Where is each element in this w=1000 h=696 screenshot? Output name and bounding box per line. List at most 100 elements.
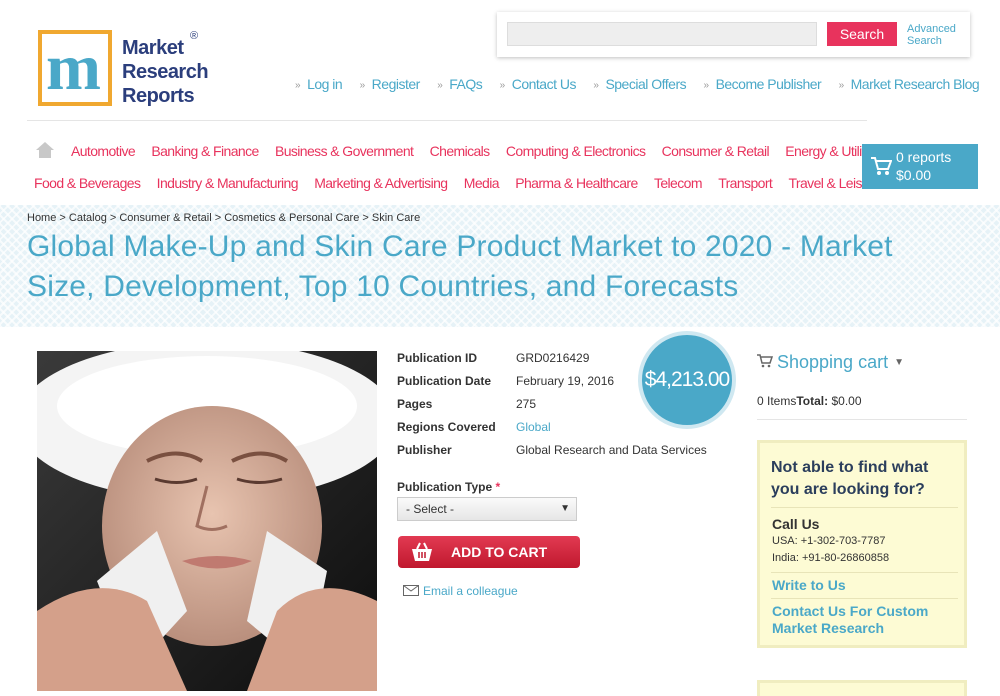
add-to-cart-button[interactable]: ADD TO CART xyxy=(398,536,580,568)
advanced-search-line-2: Search xyxy=(907,35,942,47)
search-bar: Search Advanced Search xyxy=(497,12,970,57)
search-input[interactable] xyxy=(507,22,817,46)
product-image xyxy=(37,351,377,691)
cart-icon xyxy=(757,354,773,368)
call-india: India: +91-80-26860858 xyxy=(772,552,890,564)
custom-research-link[interactable]: Contact Us For Custom Market Research xyxy=(772,603,962,637)
nav-register[interactable]: Register xyxy=(360,76,421,92)
cart-total-value: $0.00 xyxy=(831,394,862,408)
call-us-title: Call Us xyxy=(772,516,820,532)
publisher-label: Publisher xyxy=(397,443,452,457)
sidebar-box-partial xyxy=(757,680,967,696)
breadcrumb-sep: > xyxy=(359,212,372,224)
header-cart-text: 0 reports $0.00 xyxy=(896,148,951,184)
breadcrumb-sep: > xyxy=(56,212,69,224)
nav-faqs[interactable]: FAQs xyxy=(437,76,483,92)
category-transport[interactable]: Transport xyxy=(718,175,773,191)
breadcrumb-cosmetics[interactable]: Cosmetics & Personal Care xyxy=(224,212,359,224)
header-cart-total: $0.00 xyxy=(896,167,932,183)
nav-blog[interactable]: Market Research Blog xyxy=(839,76,980,92)
publication-id-value: GRD0216429 xyxy=(516,351,590,365)
shopping-cart-summary: 0 ItemsTotal: $0.00 xyxy=(757,394,862,408)
header-cart[interactable]: 0 reports $0.00 xyxy=(862,144,978,189)
nav-login[interactable]: Log in xyxy=(295,76,343,92)
price-badge: $4,213.00 xyxy=(638,331,736,429)
help-box: Not able to find what you are looking fo… xyxy=(757,440,967,648)
breadcrumb-home[interactable]: Home xyxy=(27,212,56,224)
category-banking-finance[interactable]: Banking & Finance xyxy=(151,143,259,159)
cart-total-label: Total: xyxy=(796,394,829,408)
mail-icon xyxy=(403,585,419,596)
category-row-1: Automotive Banking & Finance Business & … xyxy=(71,143,894,159)
publication-type-select[interactable]: - Select - ▼ xyxy=(397,497,577,521)
category-food-beverages[interactable]: Food & Beverages xyxy=(34,175,141,191)
breadcrumb: Home > Catalog > Consumer & Retail > Cos… xyxy=(27,212,420,224)
publication-date-value: February 19, 2016 xyxy=(516,374,615,388)
category-chemicals[interactable]: Chemicals xyxy=(430,143,491,159)
nav-contact-us[interactable]: Contact Us xyxy=(500,76,577,92)
product-photo xyxy=(37,351,377,691)
nav-become-publisher[interactable]: Become Publisher xyxy=(704,76,822,92)
logo-letter: m xyxy=(46,31,101,104)
publication-type-text: Publication Type xyxy=(397,480,493,494)
caret-down-icon: ▼ xyxy=(894,357,904,368)
category-telecom[interactable]: Telecom xyxy=(654,175,703,191)
breadcrumb-current: Skin Care xyxy=(371,212,421,224)
nav-special-offers[interactable]: Special Offers xyxy=(593,76,686,92)
category-automotive[interactable]: Automotive xyxy=(71,143,136,159)
advanced-search-line-1: Advanced xyxy=(907,23,956,35)
call-usa: USA: +1-302-703-7787 xyxy=(772,535,886,547)
publication-date-label: Publication Date xyxy=(397,374,492,388)
search-button[interactable]: Search xyxy=(827,22,897,46)
category-business-government[interactable]: Business & Government xyxy=(275,143,414,159)
page-title: Global Make-Up and Skin Care Product Mar… xyxy=(27,230,893,303)
logo-wordmark: Market Research Reports xyxy=(122,36,209,108)
header-cart-count: 0 reports xyxy=(896,149,952,165)
advanced-search-link[interactable]: Advanced Search xyxy=(907,23,956,47)
breadcrumb-sep: > xyxy=(211,212,225,224)
publication-type-selected: - Select - xyxy=(406,502,455,516)
logo-line-2: Research xyxy=(122,61,209,83)
category-pharma-healthcare[interactable]: Pharma & Healthcare xyxy=(515,175,638,191)
header-divider xyxy=(27,120,867,121)
category-industry-manufacturing[interactable]: Industry & Manufacturing xyxy=(157,175,299,191)
category-consumer-retail[interactable]: Consumer & Retail xyxy=(662,143,770,159)
registered-mark: ® xyxy=(190,30,199,42)
cart-items-count: 0 Items xyxy=(757,394,797,408)
shopping-cart-title: Shopping cart xyxy=(777,352,889,372)
category-media[interactable]: Media xyxy=(464,175,500,191)
help-title: Not able to find what you are looking fo… xyxy=(771,459,929,498)
regions-link[interactable]: Global xyxy=(516,420,551,434)
logo-line-3: Reports xyxy=(122,85,195,107)
cart-icon xyxy=(871,157,892,175)
add-to-cart-label: ADD TO CART xyxy=(451,544,548,560)
top-nav: Log in Register FAQs Contact Us Special … xyxy=(295,76,993,92)
detail-row-publisher: Publisher Global Research and Data Servi… xyxy=(397,443,727,466)
help-divider xyxy=(771,598,958,599)
help-divider xyxy=(771,572,958,573)
publication-id-label: Publication ID xyxy=(397,351,478,365)
cart-divider xyxy=(757,419,967,420)
site-logo[interactable]: m Market Research Reports ® xyxy=(38,30,218,108)
breadcrumb-consumer-retail[interactable]: Consumer & Retail xyxy=(119,212,211,224)
help-divider xyxy=(771,507,958,508)
pages-value: 275 xyxy=(516,397,537,411)
email-colleague-text: Email a colleague xyxy=(423,584,518,598)
pages-label: Pages xyxy=(397,397,433,411)
write-to-us-link[interactable]: Write to Us xyxy=(772,577,962,594)
basket-icon xyxy=(412,542,432,561)
home-icon[interactable] xyxy=(36,142,54,158)
dropdown-arrow-icon: ▼ xyxy=(560,503,570,514)
logo-mark: m xyxy=(38,30,112,106)
category-marketing-advertising[interactable]: Marketing & Advertising xyxy=(314,175,448,191)
breadcrumb-sep: > xyxy=(106,212,120,224)
publication-type-label: Publication Type * xyxy=(397,480,500,494)
regions-label: Regions Covered xyxy=(397,420,496,434)
category-row-2: Food & Beverages Industry & Manufacturin… xyxy=(34,175,893,191)
shopping-cart-toggle[interactable]: Shopping cart ▼ xyxy=(757,352,904,373)
category-computing-electronics[interactable]: Computing & Electronics xyxy=(506,143,646,159)
required-marker: * xyxy=(495,480,501,494)
breadcrumb-catalog[interactable]: Catalog xyxy=(69,212,107,224)
email-colleague-link[interactable]: Email a colleague xyxy=(403,584,518,598)
publisher-value: Global Research and Data Services xyxy=(516,443,707,457)
